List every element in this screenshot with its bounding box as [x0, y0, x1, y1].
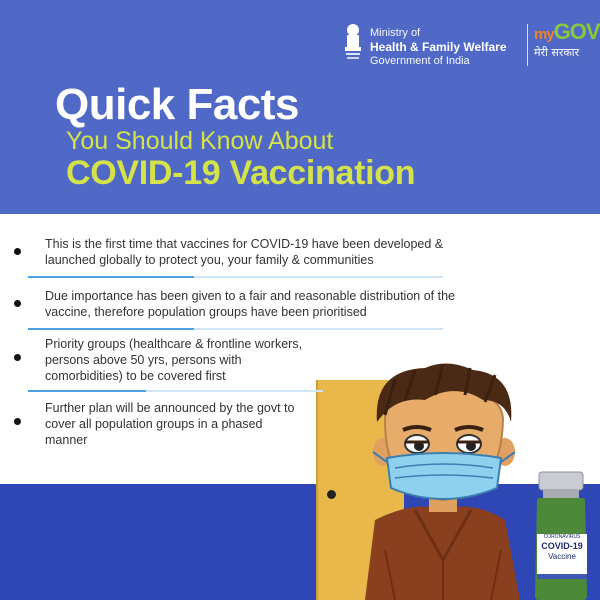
bullet-icon: [14, 300, 21, 307]
header-banner: Ministry of Health & Family Welfare Gove…: [0, 0, 600, 214]
ministry-text: Ministry of Health & Family Welfare Gove…: [370, 26, 507, 68]
mygov-hindi: मेरी सरकार: [534, 46, 580, 59]
fact-text: Further plan will be announced by the go…: [45, 401, 295, 447]
fact-text: Due importance has been given to a fair …: [45, 289, 455, 319]
infographic: Ministry of Health & Family Welfare Gove…: [0, 0, 600, 600]
bullet-icon: [14, 248, 21, 255]
mygov-gov: GOV: [553, 19, 600, 44]
fact-divider: [28, 276, 443, 278]
ministry-line1: Ministry of: [370, 27, 421, 39]
ministry-branding: Ministry of Health & Family Welfare Gove…: [342, 20, 600, 72]
title-covid-vaccination: COVID-19 Vaccination: [66, 154, 416, 192]
title-quick-facts: Quick Facts: [55, 80, 299, 129]
bullet-icon: [14, 418, 21, 425]
vial-label-foot: INJECTION ONLY: [545, 566, 579, 571]
vial-label-small: CORONAVIRUS: [543, 534, 581, 540]
bullet-icon: [14, 354, 21, 361]
vial-label: CORONAVIRUS COVID-19 Vaccine INJECTION O…: [537, 534, 587, 578]
door-knob: [327, 490, 336, 499]
mygov-my: my: [534, 26, 555, 43]
logo-divider: [527, 24, 528, 66]
fact-text: This is the first time that vaccines for…: [45, 237, 444, 267]
ministry-line2: Health & Family Welfare: [370, 40, 507, 54]
vial-label-main: COVID-19: [541, 541, 583, 551]
ministry-line3: Government of India: [370, 55, 470, 67]
mygov-logo: myGOV मेरी सरकार: [534, 20, 600, 72]
fact-divider: [28, 390, 323, 392]
fact-divider: [28, 328, 443, 330]
state-emblem-icon: [345, 24, 361, 59]
vial-label-sub: Vaccine: [548, 552, 576, 561]
fact-text: Priority groups (healthcare & frontline …: [45, 337, 303, 383]
masked-person-illustration: [365, 363, 520, 600]
title-subtitle: You Should Know About: [66, 127, 334, 155]
